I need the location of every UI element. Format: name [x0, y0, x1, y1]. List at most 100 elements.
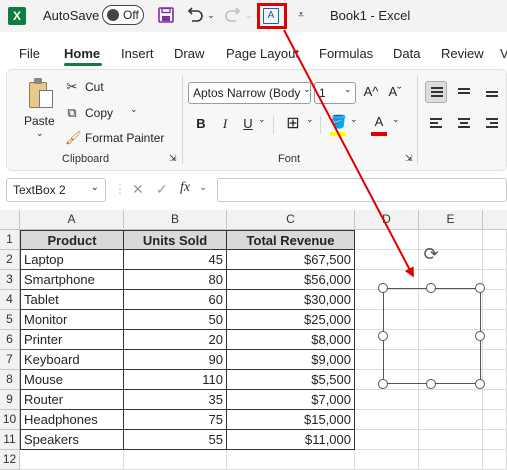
save-icon[interactable]: [156, 5, 176, 25]
align-center-button[interactable]: [453, 113, 475, 135]
formula-input[interactable]: [217, 178, 507, 202]
cell-units-sold[interactable]: 75: [124, 410, 227, 430]
align-left-button[interactable]: [425, 113, 447, 135]
resize-handle[interactable]: [378, 331, 388, 341]
resize-handle[interactable]: [475, 379, 485, 389]
column-header-e[interactable]: E: [419, 210, 483, 230]
cell-units-sold[interactable]: 90: [124, 350, 227, 370]
cell-total-revenue[interactable]: $56,000: [227, 270, 355, 290]
empty-cell[interactable]: [483, 310, 507, 330]
row-header[interactable]: 4: [0, 290, 20, 310]
fx-dropdown-icon[interactable]: ⌄: [199, 182, 207, 193]
font-name-dropdown[interactable]: Aptos Narrow (Body: [188, 82, 311, 104]
copy-dropdown-icon[interactable]: ⌄: [130, 104, 138, 115]
font-launcher-icon[interactable]: ⇲: [405, 153, 413, 164]
row-header[interactable]: 6: [0, 330, 20, 350]
cell-total-revenue[interactable]: $9,000: [227, 350, 355, 370]
empty-cell[interactable]: [419, 450, 483, 470]
empty-cell[interactable]: [355, 410, 419, 430]
grow-font-icon[interactable]: A^: [361, 82, 381, 102]
cell-product[interactable]: Printer: [20, 330, 124, 350]
underline-button[interactable]: U: [238, 114, 258, 134]
fill-color-icon[interactable]: 🪣: [329, 112, 349, 132]
clipboard-launcher-icon[interactable]: ⇲: [169, 153, 177, 164]
redo-icon[interactable]: [222, 5, 244, 25]
font-color-dropdown-icon[interactable]: ⌄: [392, 114, 400, 125]
underline-dropdown-icon[interactable]: ⌄: [258, 114, 266, 125]
tab-data[interactable]: Data: [393, 46, 420, 61]
cell-total-revenue[interactable]: $11,000: [227, 430, 355, 450]
cell-units-sold[interactable]: 80: [124, 270, 227, 290]
name-box[interactable]: TextBox 2 ⌄: [6, 178, 106, 202]
rotate-handle-icon[interactable]: ⟳: [421, 244, 441, 264]
cell-product[interactable]: Monitor: [20, 310, 124, 330]
row-header[interactable]: 7: [0, 350, 20, 370]
borders-dropdown-icon[interactable]: ⌄: [306, 114, 314, 125]
tab-insert[interactable]: Insert: [121, 46, 154, 61]
empty-cell[interactable]: [20, 450, 124, 470]
tab-draw[interactable]: Draw: [174, 46, 204, 61]
resize-handle[interactable]: [378, 283, 388, 293]
shrink-font-icon[interactable]: Aˇ: [385, 82, 405, 102]
fill-color-dropdown-icon[interactable]: ⌄: [350, 114, 358, 125]
undo-dropdown-icon[interactable]: ⌄: [206, 5, 216, 25]
empty-cell[interactable]: [483, 290, 507, 310]
borders-icon[interactable]: ⊞: [283, 114, 303, 134]
autosave-toggle[interactable]: Off: [102, 5, 144, 25]
tab-home[interactable]: Home: [64, 46, 100, 61]
select-all-corner[interactable]: [0, 210, 20, 230]
empty-cell[interactable]: [355, 430, 419, 450]
table-header-product[interactable]: Product: [20, 230, 124, 250]
cell-total-revenue[interactable]: $25,000: [227, 310, 355, 330]
cell-product[interactable]: Smartphone: [20, 270, 124, 290]
row-header[interactable]: 3: [0, 270, 20, 290]
customize-qat-icon[interactable]: ⩡: [295, 5, 307, 25]
column-header-c[interactable]: C: [227, 210, 355, 230]
empty-cell[interactable]: [483, 370, 507, 390]
row-header[interactable]: 1: [0, 230, 20, 250]
cell-units-sold[interactable]: 60: [124, 290, 227, 310]
cell-product[interactable]: Router: [20, 390, 124, 410]
row-header[interactable]: 10: [0, 410, 20, 430]
cell-total-revenue[interactable]: $15,000: [227, 410, 355, 430]
empty-cell[interactable]: [483, 230, 507, 250]
resize-handle[interactable]: [378, 379, 388, 389]
cell-total-revenue[interactable]: $67,500: [227, 250, 355, 270]
cell-units-sold[interactable]: 45: [124, 250, 227, 270]
name-box-chevron-icon[interactable]: ⌄: [91, 182, 99, 193]
row-header[interactable]: 5: [0, 310, 20, 330]
align-bottom-button[interactable]: [481, 81, 503, 103]
column-header-b[interactable]: B: [124, 210, 227, 230]
empty-cell[interactable]: [124, 450, 227, 470]
cell-units-sold[interactable]: 50: [124, 310, 227, 330]
empty-cell[interactable]: [483, 250, 507, 270]
tab-file[interactable]: File: [19, 46, 40, 61]
align-right-button[interactable]: [481, 113, 503, 135]
italic-button[interactable]: I: [215, 114, 235, 134]
empty-cell[interactable]: [419, 430, 483, 450]
cell-product[interactable]: Tablet: [20, 290, 124, 310]
resize-handle[interactable]: [426, 379, 436, 389]
empty-cell[interactable]: [355, 250, 419, 270]
align-middle-button[interactable]: [453, 81, 475, 103]
font-name-chevron-icon[interactable]: ⌄: [303, 84, 311, 95]
cell-product[interactable]: Laptop: [20, 250, 124, 270]
cell-units-sold[interactable]: 55: [124, 430, 227, 450]
tab-page-layout[interactable]: Page Layout: [226, 46, 299, 61]
cut-button[interactable]: Cut: [85, 80, 104, 94]
cell-product[interactable]: Speakers: [20, 430, 124, 450]
resize-handle[interactable]: [475, 331, 485, 341]
empty-cell[interactable]: [419, 410, 483, 430]
table-header-units-sold[interactable]: Units Sold: [124, 230, 227, 250]
cell-product[interactable]: Mouse: [20, 370, 124, 390]
empty-cell[interactable]: [355, 390, 419, 410]
empty-cell[interactable]: [483, 430, 507, 450]
column-header-d[interactable]: D: [355, 210, 419, 230]
empty-cell[interactable]: [483, 270, 507, 290]
font-color-icon[interactable]: A: [369, 112, 389, 132]
cell-total-revenue[interactable]: $8,000: [227, 330, 355, 350]
cell-product[interactable]: Headphones: [20, 410, 124, 430]
resize-handle[interactable]: [426, 283, 436, 293]
empty-cell[interactable]: [483, 330, 507, 350]
cell-units-sold[interactable]: 110: [124, 370, 227, 390]
